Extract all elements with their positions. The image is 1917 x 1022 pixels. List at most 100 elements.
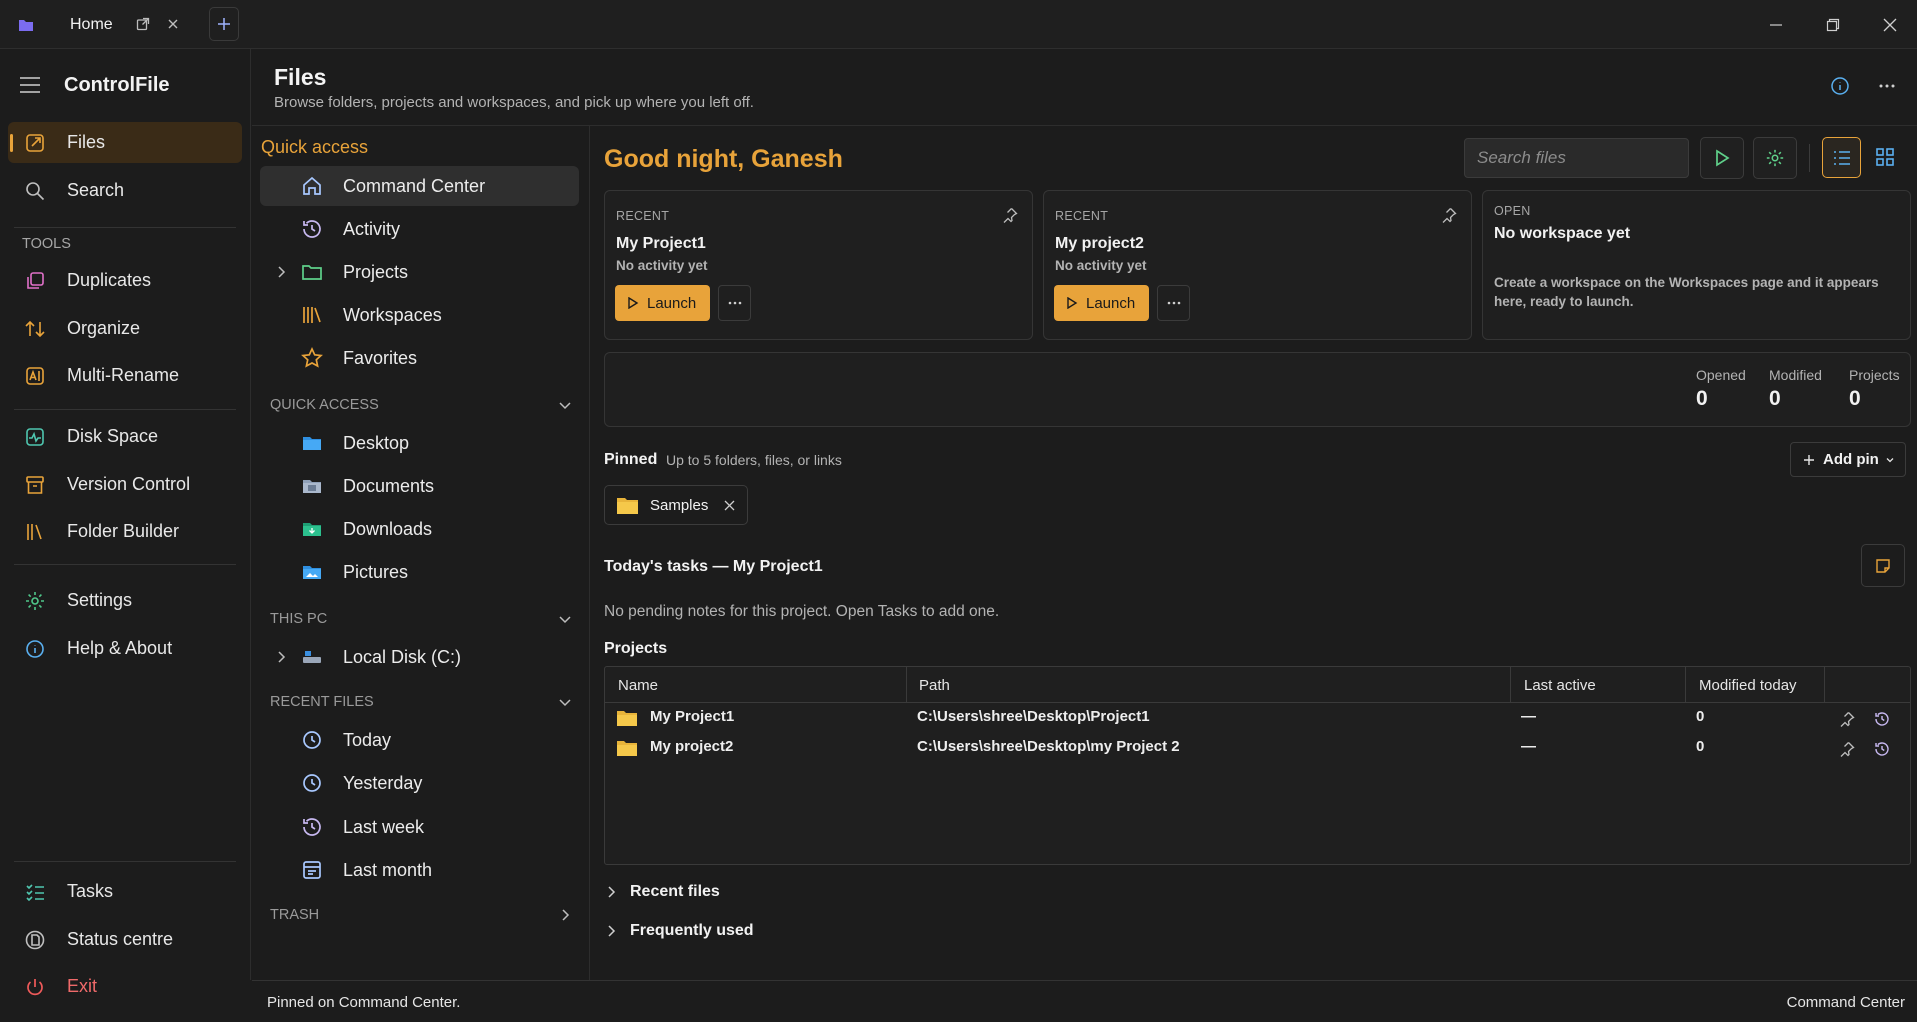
project-path: C:\Users\shree\Desktop\Project1 [917, 708, 1150, 725]
more-options-button[interactable] [1877, 76, 1897, 96]
card-more-button[interactable] [1157, 285, 1190, 321]
nav-item-yesterday[interactable]: Yesterday [260, 763, 579, 803]
nav-item-desktop[interactable]: Desktop [260, 423, 579, 463]
recent-project-card[interactable]: RECENT My project2 No activity yet Launc… [1043, 190, 1472, 340]
close-icon[interactable] [724, 500, 735, 511]
open-notes-button[interactable] [1861, 544, 1905, 587]
close-window-button[interactable] [1882, 17, 1898, 33]
chevron-right-icon[interactable] [274, 265, 288, 279]
sidebar-item-multi-rename[interactable]: Multi-Rename [8, 355, 242, 396]
divider [14, 227, 236, 228]
sidebar-item-files[interactable]: Files [8, 122, 242, 163]
page-title: Files [274, 64, 327, 90]
add-pin-button[interactable]: Add pin [1790, 442, 1906, 477]
nav-item-last-month[interactable]: Last month [260, 850, 579, 890]
restore-button[interactable] [1825, 17, 1841, 33]
folder-icon [617, 711, 637, 726]
nav-item-documents[interactable]: Documents [260, 466, 579, 506]
info-button[interactable] [1830, 76, 1850, 96]
minimize-button[interactable] [1768, 17, 1784, 33]
column-header[interactable]: Last active [1511, 667, 1686, 703]
pin-icon[interactable] [1839, 741, 1855, 757]
frequently-used-expander[interactable]: Frequently used [604, 920, 754, 942]
nav-item-today[interactable]: Today [260, 720, 579, 760]
page-subtitle: Browse folders, projects and workspaces,… [274, 94, 754, 111]
folder-icon [617, 497, 638, 514]
card-more-button[interactable] [718, 285, 751, 321]
sidebar-item-label: Exit [67, 976, 98, 996]
nav-item-last-week[interactable]: Last week [260, 807, 579, 847]
table-row[interactable]: My Project1 C:\Users\shree\Desktop\Proje… [605, 703, 1910, 733]
table-row[interactable]: My project2 C:\Users\shree\Desktop\my Pr… [605, 733, 1910, 763]
expander-label: Recent files [630, 883, 720, 900]
app-name: ControlFile [64, 74, 170, 96]
card-body: Create a workspace on the Workspaces pag… [1494, 275, 1879, 309]
nav-item-local-disk[interactable]: Local Disk (C:) [260, 637, 579, 677]
expander-label: Frequently used [630, 922, 754, 939]
run-button[interactable] [1700, 137, 1744, 179]
section-recent-files[interactable]: RECENT FILES [270, 691, 580, 713]
list-view-button[interactable] [1822, 137, 1861, 178]
sidebar-item-duplicates[interactable]: Duplicates [8, 260, 242, 301]
list-view-icon [1833, 150, 1850, 165]
sidebar-item-organize[interactable]: Organize [8, 308, 242, 349]
close-tab-icon[interactable] [166, 17, 180, 31]
nav-item-pictures[interactable]: Pictures [260, 552, 579, 592]
title-bar: Home [0, 0, 1917, 49]
nav-item-favorites[interactable]: Favorites [260, 338, 579, 378]
launch-button[interactable]: Launch [1054, 285, 1149, 321]
settings-button[interactable] [1753, 137, 1797, 179]
recent-files-expander[interactable]: Recent files [604, 881, 720, 903]
more-icon [1879, 84, 1895, 88]
history-icon[interactable] [1873, 740, 1891, 758]
section-quick-access[interactable]: QUICK ACCESS [270, 394, 580, 416]
column-header[interactable]: Name [605, 667, 907, 703]
launch-button[interactable]: Launch [615, 285, 710, 321]
sidebar-item-disk-space[interactable]: Disk Space [8, 416, 242, 457]
chip-label: Samples [650, 496, 709, 514]
nav-item-label: Today [343, 729, 392, 750]
column-header[interactable]: Path [907, 667, 1511, 703]
sidebar-item-status-centre[interactable]: Status centre [8, 919, 242, 960]
sidebar-item-label: Files [67, 132, 106, 152]
new-tab-button[interactable] [209, 7, 239, 41]
pin-icon[interactable] [1002, 207, 1018, 223]
history-icon[interactable] [1873, 710, 1891, 728]
sidebar-item-label: Tasks [67, 881, 114, 901]
pin-icon[interactable] [1839, 711, 1855, 727]
grid-view-button[interactable] [1876, 148, 1894, 166]
sidebar-item-tasks[interactable]: Tasks [8, 871, 242, 912]
nav-item-workspaces[interactable]: Workspaces [260, 295, 579, 335]
sidebar-item-help[interactable]: Help & About [8, 628, 242, 669]
launch-label: Launch [647, 294, 697, 312]
open-external-icon[interactable] [136, 17, 150, 31]
section-this-pc[interactable]: THIS PC [270, 608, 580, 630]
hamburger-menu-icon[interactable] [19, 76, 41, 94]
sidebar-item-label: Folder Builder [67, 521, 180, 541]
pin-icon[interactable] [1441, 207, 1457, 223]
folder-icon [617, 741, 637, 756]
column-header[interactable]: Modified today [1686, 667, 1825, 703]
recent-project-card[interactable]: RECENT My Project1 No activity yet Launc… [604, 190, 1033, 340]
sidebar-item-settings[interactable]: Settings [8, 580, 242, 621]
sidebar-item-exit[interactable]: Exit [8, 966, 242, 1007]
sidebar-item-search[interactable]: Search [8, 170, 242, 211]
nav-item-command-center[interactable]: Command Center [260, 166, 579, 206]
stat-value: 0 [1769, 387, 1781, 410]
grid-view-icon [1876, 148, 1894, 166]
calendar-icon [300, 858, 324, 882]
plus-icon [218, 18, 230, 30]
nav-item-label: Pictures [343, 561, 409, 582]
nav-item-activity[interactable]: Activity [260, 209, 579, 249]
sidebar-item-version-control[interactable]: Version Control [8, 464, 242, 505]
chevron-right-icon[interactable] [274, 650, 288, 664]
search-icon [24, 180, 46, 202]
section-trash[interactable]: TRASH [270, 904, 580, 926]
search-input[interactable]: Search files [1464, 138, 1689, 178]
status-message: Pinned on Command Center. [267, 994, 461, 1011]
pinned-chip[interactable]: Samples [604, 485, 748, 525]
sidebar-item-folder-builder[interactable]: Folder Builder [8, 511, 242, 552]
nav-item-projects[interactable]: Projects [260, 252, 579, 292]
tab-home[interactable]: Home [6, 6, 199, 43]
nav-item-downloads[interactable]: Downloads [260, 509, 579, 549]
